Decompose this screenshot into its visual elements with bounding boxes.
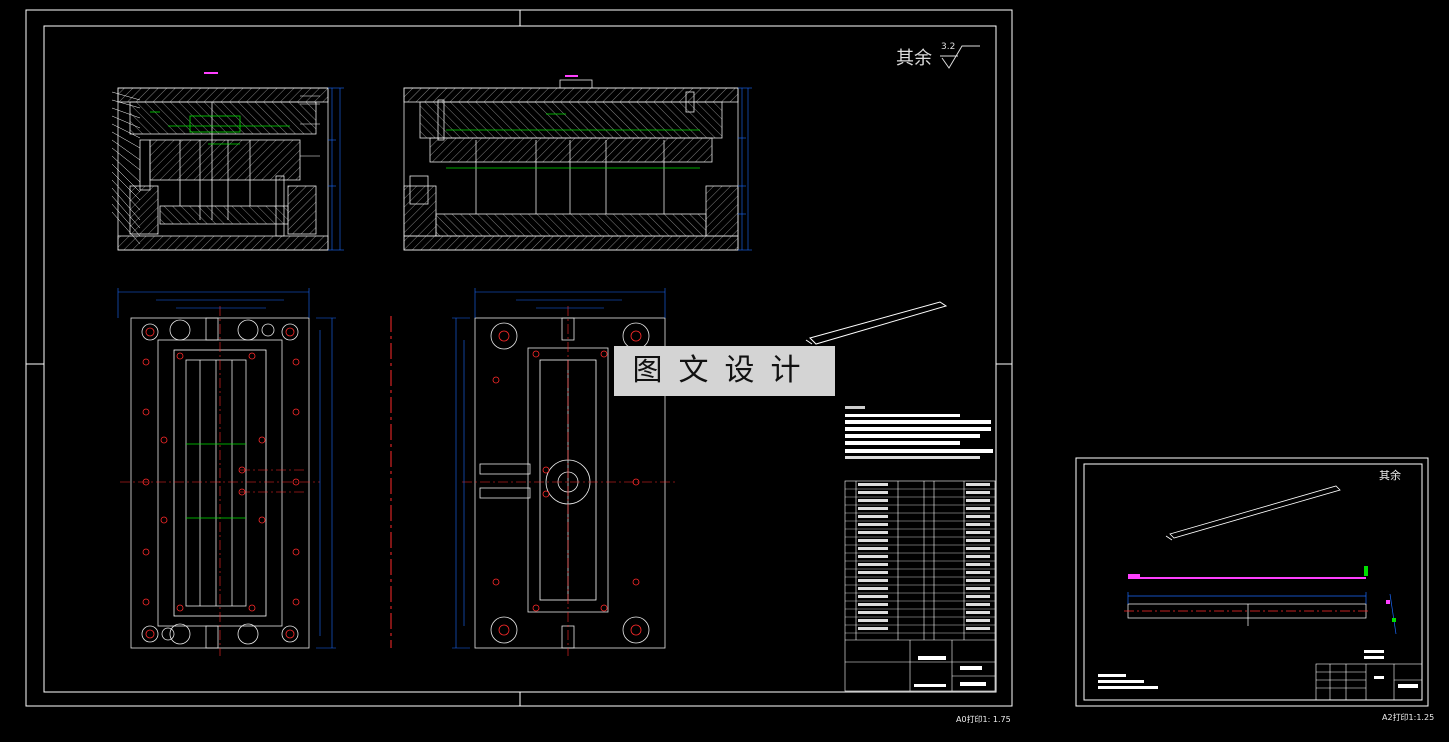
bom-cell-fill: [858, 595, 888, 598]
bom-cell-fill: [966, 587, 990, 590]
sheet2-print-scale: A2打印1:1.25: [1382, 713, 1435, 722]
plan-view-left-holes: [142, 327, 300, 639]
title-block-fill: [914, 656, 986, 687]
bom-cell-fill: [966, 619, 990, 622]
tech-notes: [845, 406, 993, 459]
bom-cell-fill: [858, 547, 888, 550]
bom-cell-fill: [858, 579, 888, 582]
bom-cell-fill: [966, 595, 990, 598]
bom-rows: [845, 483, 995, 634]
bom-cell-fill: [858, 507, 888, 510]
plan-view-right-dims: [452, 288, 666, 649]
sheet2-part-sketch: [1165, 485, 1341, 541]
bom-cell-fill: [966, 611, 990, 614]
bom-cell-fill: [858, 571, 888, 574]
bom-cell-fill: [966, 627, 990, 630]
bom-cell-fill: [858, 539, 888, 542]
sprue-top: [559, 79, 593, 89]
bom-cell-fill: [966, 523, 990, 526]
bom-cell-fill: [858, 499, 888, 502]
bom-cell-fill: [858, 603, 888, 606]
bom-cell-fill: [966, 499, 990, 502]
bom-cell-fill: [966, 507, 990, 510]
sheet2-title-block: [1315, 663, 1423, 701]
bom-cell-fill: [858, 483, 888, 486]
bom-cell-fill: [858, 563, 888, 566]
bom-cell-fill: [966, 539, 990, 542]
bom-cell-fill: [858, 491, 888, 494]
bom-cell-fill: [966, 491, 990, 494]
bom-cell-fill: [966, 563, 990, 566]
sheet2-part-elevation: [1128, 566, 1368, 579]
sheet2-frame: [1075, 457, 1429, 707]
bom-cell-fill: [966, 547, 990, 550]
bom-cell-fill: [966, 531, 990, 534]
bom-cell-fill: [858, 587, 888, 590]
plan-view-left-dims: [117, 288, 336, 649]
sheet2-part-plan: [1124, 592, 1370, 626]
bom-cell-fill: [858, 619, 888, 622]
part-sketch-strip: [805, 301, 948, 345]
bom-cell-fill: [966, 555, 990, 558]
bom-cell-fill: [966, 483, 990, 486]
section-view-left: [117, 87, 329, 251]
roughness-value: 3.2: [941, 42, 956, 52]
sheet2-title-fill: [1374, 676, 1418, 688]
watermark-banner: 图文设计: [614, 346, 835, 396]
section-view-right: [403, 87, 739, 251]
bom-cell-fill: [858, 627, 888, 630]
sheet1-print-scale: A0打印1: 1.75: [956, 715, 1011, 724]
section-view-right-dims: [738, 87, 752, 251]
bom-cell-fill: [966, 603, 990, 606]
plan-view-left-centerlines: [120, 306, 320, 656]
bom-cell-fill: [858, 531, 888, 534]
bom-cell-fill: [858, 611, 888, 614]
sheet2-roughness-note: 其余: [1379, 469, 1401, 482]
bom-cell-fill: [858, 515, 888, 518]
bom-cell-fill: [966, 515, 990, 518]
bom-cell-fill: [966, 579, 990, 582]
sheet2-notes: [1098, 650, 1384, 689]
sheet2-detail: [1386, 593, 1397, 635]
bom-cell-fill: [858, 523, 888, 526]
section-view-left-dims: [328, 87, 344, 251]
roughness-note: 其余: [896, 48, 932, 69]
bom-cell-fill: [858, 555, 888, 558]
bom-cell-fill: [966, 571, 990, 574]
